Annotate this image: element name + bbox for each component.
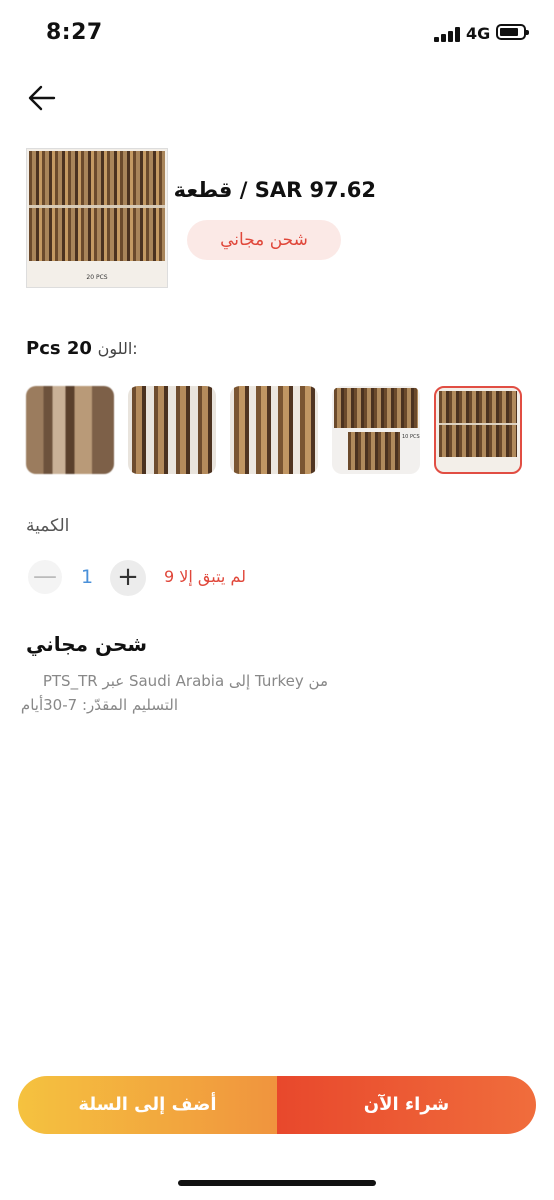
free-shipping-badge: شحن مجاني xyxy=(187,220,341,260)
shipping-route: من Turkey إلى Saudi Arabia عبر PTS_TR xyxy=(42,672,328,690)
buy-now-button[interactable]: شراء الآن xyxy=(277,1076,536,1134)
back-arrow-icon[interactable] xyxy=(26,82,58,114)
home-indicator[interactable] xyxy=(178,1180,376,1186)
increase-quantity-button[interactable]: + xyxy=(110,560,146,596)
color-option-2[interactable] xyxy=(128,386,216,474)
color-selection: Pcs 20 اللون: xyxy=(26,338,138,359)
product-image[interactable]: 20 PCS xyxy=(26,148,168,288)
color-value: Pcs 20 xyxy=(26,338,92,359)
signal-icon xyxy=(434,26,462,42)
shipping-eta: التسليم المقدّر: 7-30أيام xyxy=(20,696,178,714)
add-to-cart-button[interactable]: أضف إلى السلة xyxy=(18,1076,277,1134)
decrease-quantity-button[interactable]: — xyxy=(28,560,62,594)
shipping-title: شحن مجاني xyxy=(26,632,148,656)
action-bar: أضف إلى السلة شراء الآن xyxy=(18,1076,536,1134)
quantity-value[interactable]: 1 xyxy=(76,566,98,588)
color-option-5-selected[interactable] xyxy=(434,386,522,474)
battery-icon xyxy=(496,24,529,40)
product-image-caption: 20 PCS xyxy=(86,274,108,281)
network-type: 4G xyxy=(466,24,491,43)
quantity-label: الكمية xyxy=(26,516,70,536)
color-option-3[interactable] xyxy=(230,386,318,474)
color-option-4-caption: 10 PCS xyxy=(402,434,420,440)
color-option-1[interactable] xyxy=(26,386,114,474)
status-time: 8:27 xyxy=(46,20,103,45)
product-price: SAR 97.62 / قطعة xyxy=(173,178,376,202)
stock-remaining: لم يتبق إلا 9 xyxy=(164,567,246,586)
color-option-4[interactable]: 10 PCS xyxy=(332,386,420,474)
color-label: اللون: xyxy=(97,339,138,358)
